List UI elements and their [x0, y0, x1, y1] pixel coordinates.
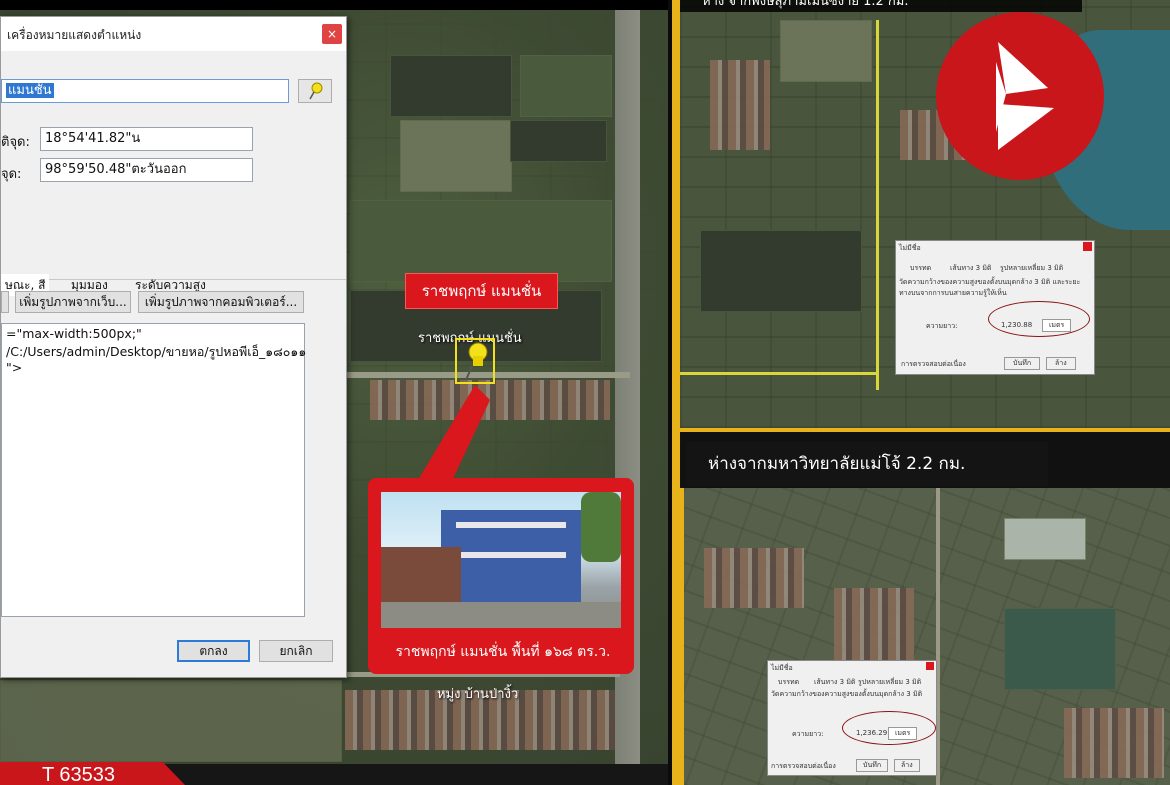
- satellite-map-top-right[interactable]: ห่าง จากพงษ์สุภามเมนซิงาย 1.2 กม. ไม่มีช…: [680, 0, 1170, 428]
- building-stripe: [456, 552, 566, 558]
- save-button[interactable]: บันทึก: [1004, 357, 1041, 370]
- ruler-desc: วัดความกว้างของความสูงของตั้งบนมุดกล้าง …: [899, 278, 1081, 297]
- ruler-dialog-top: ไม่มีชื่อ บรรทด เส้นทาง 3 มิติ รูปหลายเห…: [895, 240, 1095, 375]
- pin-style-button[interactable]: [298, 79, 332, 103]
- ruler-desc: วัดความกว้างของความสูงของตั้งบนมุดกล้าง …: [771, 690, 923, 698]
- clear-button[interactable]: ล้าง: [1046, 357, 1076, 370]
- close-icon[interactable]: ×: [322, 24, 342, 44]
- name-field-value: แมนชั่น: [6, 83, 54, 98]
- ruler-tab[interactable]: รูปหลายเหลี่ยม 3 มิติ: [858, 677, 921, 688]
- property-code: T 63533: [42, 764, 116, 785]
- cancel-button[interactable]: ยกเลิก: [259, 640, 333, 662]
- highlight-ellipse: [988, 301, 1090, 337]
- dialog-title: เครื่องหมายแสดงตำแหน่ง: [7, 28, 142, 42]
- top-strip: [0, 0, 668, 10]
- length-label: ความยาว:: [792, 730, 824, 738]
- map-houses: [704, 548, 804, 608]
- pushpin-icon: [309, 82, 323, 100]
- ruler-tab[interactable]: บรรทด: [778, 677, 799, 688]
- save-button[interactable]: บันทึก: [856, 759, 889, 772]
- close-icon[interactable]: [926, 662, 934, 670]
- ruler-tab[interactable]: เส้นทาง 3 มิติ: [950, 263, 991, 274]
- map-field: [390, 55, 512, 117]
- map-field: [700, 230, 862, 312]
- latitude-field[interactable]: 18°54'41.82"น: [40, 127, 253, 151]
- dialog-titlebar[interactable]: เครื่องหมายแสดงตำแหน่ง ×: [1, 17, 346, 51]
- brand-b-icon: [996, 42, 1054, 150]
- continuous-checkbox[interactable]: การตรวจสอบต่อเนื่อง: [901, 359, 966, 370]
- latitude-label: ติจุด:: [1, 135, 30, 150]
- distance-caption: ห่าง จากพงษ์สุภามเมนซิงาย 1.2 กม.: [680, 0, 1082, 12]
- location-red-label: ราชพฤกษ์ แมนชั่น: [405, 273, 558, 309]
- map-houses: [1064, 708, 1164, 778]
- tree: [581, 492, 621, 562]
- map-field: [400, 120, 512, 192]
- ruler-dialog-bottom: ไม่มีชื่อ บรรทด เส้นทาง 3 มิติ รูปหลายเห…: [767, 660, 937, 776]
- brand-logo: [936, 12, 1104, 180]
- description-line: ="max-width:500px;": [6, 326, 142, 341]
- map-field: [0, 680, 342, 762]
- map-field: [780, 20, 872, 82]
- clear-button[interactable]: ล้าง: [894, 759, 920, 772]
- yellow-border: [672, 0, 680, 430]
- continuous-checkbox[interactable]: การตรวจสอบต่อเนื่อง: [771, 761, 836, 772]
- map-field: [510, 120, 607, 162]
- map-field: [520, 55, 612, 117]
- street: [381, 602, 621, 628]
- ruler-title: ไม่มีชื่อ: [771, 664, 793, 672]
- place-label: หมู่ง บ้านป่างิ้ว: [437, 687, 519, 702]
- building-stripe: [456, 522, 566, 528]
- photo-caption: ราชพฤกษ์ แมนชั่น พื้นที่ ๑๖๘ ตร.ว.: [395, 644, 611, 660]
- pushpin-icon[interactable]: [458, 340, 494, 382]
- ok-button[interactable]: ตกลง: [177, 640, 250, 662]
- add-web-image-button[interactable]: เพิ่มรูปภาพจากเว็บ...: [15, 291, 131, 313]
- close-icon[interactable]: [1083, 242, 1092, 251]
- ruler-tab[interactable]: เส้นทาง 3 มิติ: [814, 677, 855, 688]
- description-line: /C:/Users/admin/Desktop/ขายหอ/รูปหอพีเอ็…: [6, 344, 307, 359]
- add-computer-image-button[interactable]: เพิ่มรูปภาพจากคอมพิวเตอร์...: [138, 291, 304, 313]
- map-field: [1004, 518, 1086, 560]
- name-field[interactable]: แมนชั่น: [1, 79, 289, 103]
- description-line: ">: [6, 360, 23, 375]
- description-textarea[interactable]: ="max-width:500px;" /C:/Users/admin/Desk…: [1, 323, 307, 617]
- highlight-ellipse: [842, 711, 936, 745]
- cut-off-button[interactable]: [1, 291, 9, 313]
- building-photo: [381, 492, 621, 628]
- route-line: [876, 20, 879, 390]
- satellite-map-bottom-right[interactable]: ไม่มีชื่อ บรรทด เส้นทาง 3 มิติ รูปหลายเห…: [684, 488, 1170, 785]
- placemark-dialog: เครื่องหมายแสดงตำแหน่ง × แมนชั่น ติจุด: …: [0, 16, 347, 678]
- map-field: [1004, 608, 1116, 690]
- map-field: [350, 200, 612, 282]
- distance-caption-bottom: ห่างจากมหาวิทยาลัยแม่โจ้ 2.2 กม.: [686, 442, 1048, 486]
- length-label: ความยาว:: [926, 322, 958, 330]
- longitude-label: จุด:: [1, 167, 22, 182]
- map-houses: [710, 60, 770, 150]
- ruler-title: ไม่มีชื่อ: [899, 244, 921, 252]
- ruler-tab[interactable]: รูปหลายเหลี่ยม 3 มิติ: [1000, 263, 1063, 274]
- longitude-field[interactable]: 98°59'50.48"ตะวันออก: [40, 158, 253, 182]
- ruler-tab[interactable]: บรรทด: [910, 263, 931, 274]
- callout-pointer: [415, 385, 490, 485]
- route-line: [680, 372, 879, 375]
